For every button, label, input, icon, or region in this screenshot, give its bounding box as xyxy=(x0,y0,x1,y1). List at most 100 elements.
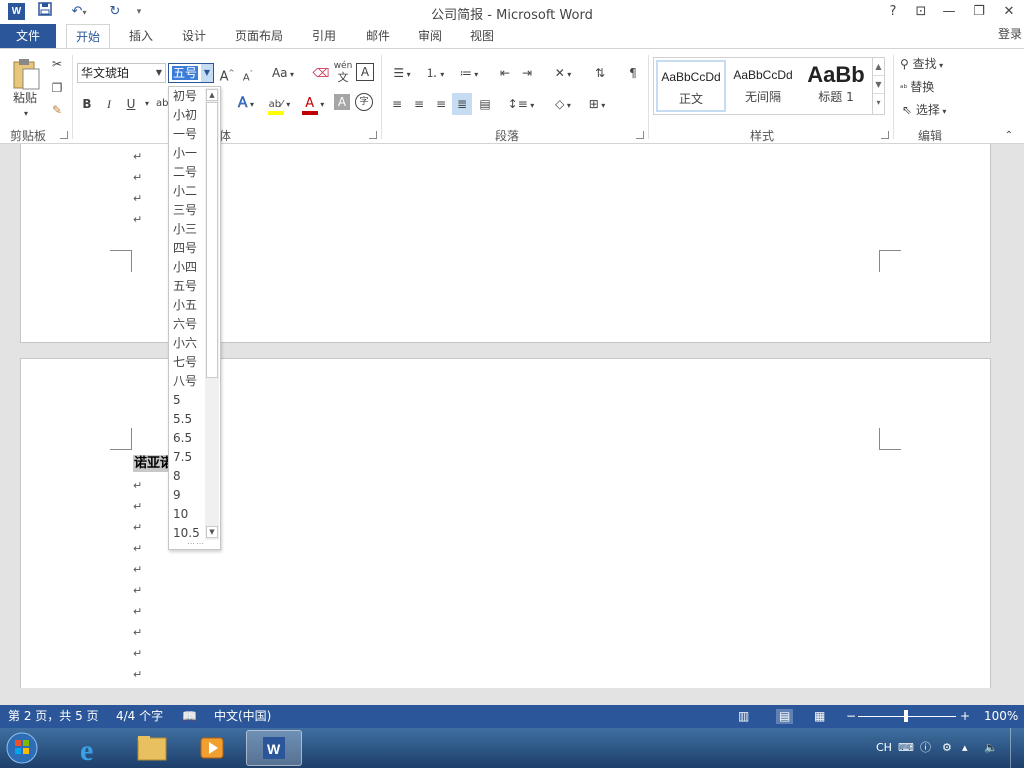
internet-explorer-icon[interactable]: e xyxy=(64,730,120,767)
enclose-characters-button[interactable]: 字 xyxy=(355,93,373,111)
restore-button[interactable]: ❐ xyxy=(964,0,994,24)
font-size-option[interactable]: 一号 xyxy=(173,125,197,144)
proofing-icon[interactable]: 📖 xyxy=(182,709,197,724)
resize-grip-icon[interactable]: ⋯⋯ xyxy=(187,539,205,548)
shading-button[interactable]: ◇ ▾ xyxy=(548,95,578,113)
start-button[interactable] xyxy=(4,730,44,766)
close-button[interactable]: ✕ xyxy=(994,0,1024,24)
font-size-option[interactable]: 5 xyxy=(173,391,181,410)
scroll-down-icon[interactable]: ▼ xyxy=(873,76,884,94)
numbering-button[interactable]: ⒈ ▾ xyxy=(420,64,450,82)
font-name-combo[interactable]: 华文琥珀 ▼ xyxy=(77,63,166,83)
borders-button[interactable]: ⊞ ▾ xyxy=(582,95,612,113)
dropdown-scrollbar[interactable]: ▲ ▼ xyxy=(205,88,219,540)
paragraph-launcher-icon[interactable] xyxy=(636,131,644,139)
ime-indicator[interactable]: CH xyxy=(876,740,892,756)
print-layout-icon[interactable]: ▤ xyxy=(776,709,794,724)
show-desktop-button[interactable] xyxy=(1010,728,1024,768)
media-player-icon[interactable] xyxy=(184,730,240,766)
minimize-button[interactable]: — xyxy=(934,0,964,24)
shrink-font-button[interactable]: Aˇ xyxy=(240,65,256,83)
word-taskbar-icon[interactable]: W xyxy=(246,730,302,766)
font-size-option[interactable]: 小初 xyxy=(173,106,197,125)
keyboard-icon[interactable]: ⌨ xyxy=(898,740,914,756)
scroll-down-icon[interactable]: ▼ xyxy=(206,526,218,538)
character-border-button[interactable]: A xyxy=(356,63,374,81)
collapse-ribbon-icon[interactable]: ⌃ xyxy=(1002,127,1016,145)
scroll-up-icon[interactable]: ▲ xyxy=(206,89,218,101)
help-tray-icon[interactable]: ⓘ xyxy=(920,740,931,756)
style-no-spacing[interactable]: AaBbCcDd 无间隔 xyxy=(728,60,798,112)
show-hidden-icons-icon[interactable]: ▴ xyxy=(962,740,968,756)
grow-font-button[interactable]: A^ xyxy=(218,64,236,84)
font-launcher-icon[interactable] xyxy=(369,131,377,139)
more-styles-icon[interactable]: ▾ xyxy=(873,94,884,112)
underline-button[interactable]: U xyxy=(124,95,138,113)
tab-view[interactable]: 视图 xyxy=(460,24,504,48)
tab-review[interactable]: 审阅 xyxy=(408,24,452,48)
font-size-option[interactable]: 七号 xyxy=(173,353,197,372)
tab-insert[interactable]: 插入 xyxy=(120,24,162,48)
document-area[interactable]: ↵ ↵ ↵ ↵ 诺亚诺 ↵ ↵ ↵ ↵ ↵ ↵ ↵ ↵ ↵ ↵ xyxy=(0,144,1024,688)
underline-dropdown-icon[interactable]: ▾ xyxy=(140,95,154,113)
align-center-icon[interactable]: ≡ xyxy=(410,95,428,113)
bold-button[interactable]: B xyxy=(80,95,94,113)
font-color-button[interactable]: A ▾ xyxy=(298,94,328,115)
tab-design[interactable]: 设计 xyxy=(172,24,216,48)
font-size-option[interactable]: 小五 xyxy=(173,296,197,315)
font-size-option[interactable]: 小一 xyxy=(173,144,197,163)
distributed-icon[interactable]: ▤ xyxy=(476,95,494,113)
save-icon[interactable] xyxy=(34,2,56,22)
chevron-down-icon[interactable]: ▼ xyxy=(201,64,213,82)
character-shading-button[interactable]: A xyxy=(334,94,350,110)
font-size-option[interactable]: 三号 xyxy=(173,201,197,220)
undo-icon[interactable]: ↶▾ xyxy=(64,2,94,22)
strikethrough-icon[interactable]: ab xyxy=(156,95,168,113)
find-button[interactable]: ⚲ 查找 ▾ xyxy=(900,55,964,73)
customize-qat-icon[interactable]: ▾ xyxy=(132,2,146,22)
page[interactable] xyxy=(20,358,991,688)
scroll-up-icon[interactable]: ▲ xyxy=(873,58,884,76)
replace-button[interactable]: ᵃᵇ 替换 xyxy=(900,78,956,96)
increase-indent-icon[interactable]: ⇥ xyxy=(518,64,536,82)
asian-layout-button[interactable]: ✕ ▾ xyxy=(548,64,578,82)
chevron-down-icon[interactable]: ▼ xyxy=(153,64,165,82)
file-explorer-icon[interactable] xyxy=(124,730,180,766)
font-size-option[interactable]: 6.5 xyxy=(173,429,192,448)
settings-tray-icon[interactable]: ⚙ xyxy=(942,740,952,756)
font-size-option[interactable]: 5.5 xyxy=(173,410,192,429)
style-heading-1[interactable]: AaBb 标题 1 xyxy=(800,60,872,112)
paste-dropdown-icon[interactable]: ▾ xyxy=(20,105,32,123)
show-marks-icon[interactable]: ¶ xyxy=(624,64,642,82)
word-count[interactable]: 4/4 个字 xyxy=(116,709,163,724)
redo-icon[interactable]: ↻ xyxy=(104,2,126,22)
line-spacing-button[interactable]: ↕≡ ▾ xyxy=(506,95,536,113)
zoom-slider-thumb[interactable] xyxy=(904,710,908,722)
text-effects-button[interactable]: A ▾ xyxy=(232,94,260,112)
clipboard-launcher-icon[interactable] xyxy=(60,131,68,139)
sort-icon[interactable]: ⇅ xyxy=(590,64,610,82)
bullets-button[interactable]: ☰ ▾ xyxy=(388,64,416,82)
font-size-option[interactable]: 六号 xyxy=(173,315,197,334)
help-button[interactable]: ? xyxy=(878,0,908,24)
select-button[interactable]: ⇖ 选择 ▾ xyxy=(902,101,962,119)
tab-page-layout[interactable]: 页面布局 xyxy=(226,24,292,48)
font-size-option[interactable]: 四号 xyxy=(173,239,197,258)
phonetic-guide-button[interactable]: wén 文 xyxy=(332,61,354,85)
format-painter-icon[interactable]: ✎ xyxy=(48,101,66,119)
style-normal[interactable]: AaBbCcDd 正文 xyxy=(656,60,726,112)
tab-home[interactable]: 开始 xyxy=(66,24,110,49)
justify-icon[interactable]: ≣ xyxy=(452,93,472,115)
web-layout-icon[interactable]: ▦ xyxy=(814,709,825,724)
align-left-icon[interactable]: ≡ xyxy=(388,95,406,113)
italic-button[interactable]: I xyxy=(102,95,116,113)
zoom-in-icon[interactable]: + xyxy=(960,709,970,724)
font-size-option[interactable]: 八号 xyxy=(173,372,197,391)
change-case-button[interactable]: Aa ▾ xyxy=(268,64,298,82)
word-logo-icon[interactable]: W xyxy=(8,3,25,20)
cut-icon[interactable]: ✂ xyxy=(48,55,66,73)
font-size-option[interactable]: 二号 xyxy=(173,163,197,182)
font-size-combo[interactable]: 五号 ▼ xyxy=(168,63,214,83)
language-indicator[interactable]: 中文(中国) xyxy=(214,709,271,724)
highlight-color-button[interactable]: ab⁄ ▾ xyxy=(264,94,294,115)
